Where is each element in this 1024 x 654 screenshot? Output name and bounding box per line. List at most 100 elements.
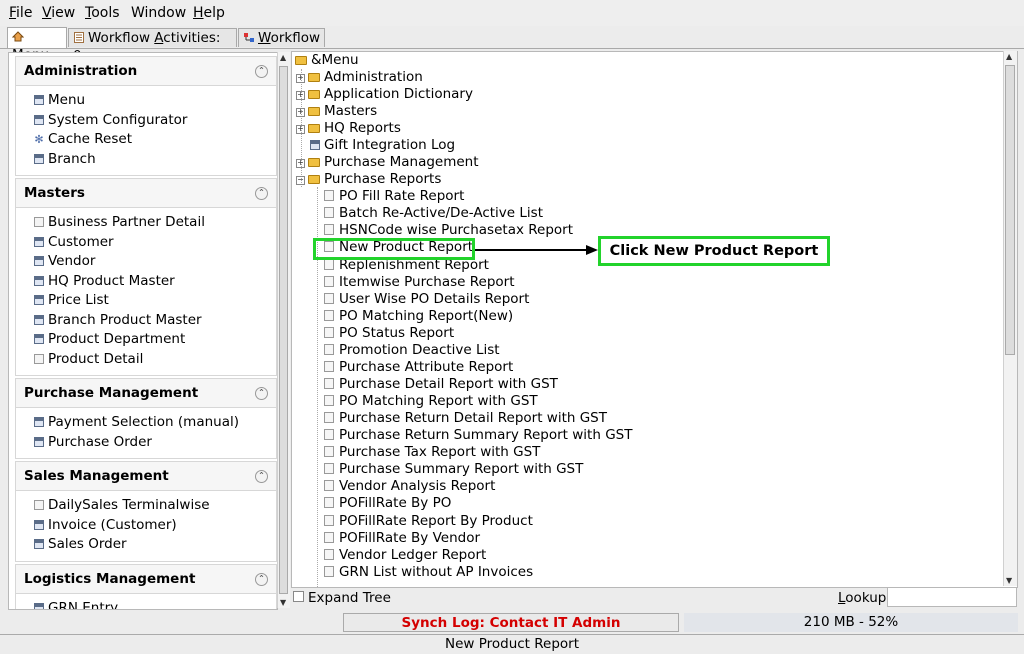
expand-icon[interactable]: + <box>296 159 305 168</box>
group-header[interactable]: Logistics Management ⌃ <box>16 565 276 594</box>
folder-icon <box>308 107 320 116</box>
tree-leaf[interactable]: User Wise PO Details Report <box>324 291 529 308</box>
tab-menu[interactable]: Menu <box>7 27 67 63</box>
scroll-down-icon[interactable]: ▼ <box>1006 576 1012 585</box>
folder-icon <box>308 158 320 167</box>
checkbox-icon[interactable] <box>293 591 304 602</box>
tree-root[interactable]: &Menu <box>295 52 359 69</box>
expand-icon[interactable]: + <box>296 125 305 134</box>
tree-leaf[interactable]: PO Status Report <box>324 325 454 342</box>
favorite-item[interactable]: Price List <box>16 291 276 311</box>
favorite-item-cache-reset[interactable]: ✻ Cache Reset <box>16 130 276 150</box>
favorite-item-menu[interactable]: Menu <box>16 91 276 111</box>
memory-indicator[interactable]: 210 MB - 52% <box>684 613 1018 632</box>
window-icon <box>34 519 44 530</box>
favorite-item[interactable]: HQ Product Master <box>16 272 276 292</box>
favorite-item[interactable]: Sales Order <box>16 535 276 555</box>
collapse-icon[interactable]: ⌃ <box>255 573 268 586</box>
favorite-item[interactable]: Business Partner Detail <box>16 213 276 233</box>
window-icon <box>34 314 44 325</box>
folder-open-icon <box>295 56 307 65</box>
group-header[interactable]: Sales Management ⌃ <box>16 462 276 491</box>
menu-tools[interactable]: Tools <box>85 5 120 21</box>
synch-log-button[interactable]: Synch Log: Contact IT Admin <box>343 613 679 632</box>
left-scrollbar[interactable]: ▲ ▼ <box>277 52 290 608</box>
tree-node-application-dictionary[interactable]: + Application Dictionary <box>296 86 473 103</box>
tree-leaf[interactable]: Itemwise Purchase Report <box>324 274 515 291</box>
favorite-item[interactable]: Product Detail <box>16 350 276 370</box>
menu-help[interactable]: Help <box>193 5 225 21</box>
expand-icon[interactable]: + <box>296 108 305 117</box>
tree-leaf[interactable]: PO Matching Report(New) <box>324 308 513 325</box>
tree-scrollbar[interactable]: ▲ ▼ <box>1003 51 1017 586</box>
favorite-item[interactable]: Payment Selection (manual) <box>16 413 276 433</box>
tree-leaf[interactable]: POFillRate By PO <box>324 495 451 512</box>
tree-leaf[interactable]: Promotion Deactive List <box>324 342 500 359</box>
tree-leaf[interactable]: Purchase Return Detail Report with GST <box>324 410 607 427</box>
group-header[interactable]: Purchase Management ⌃ <box>16 379 276 408</box>
collapse-icon[interactable]: ⌃ <box>255 387 268 400</box>
favorite-item[interactable]: GRN Entry <box>16 599 276 609</box>
menu-bar: File View Tools Window Help <box>0 0 1024 26</box>
scroll-thumb[interactable] <box>1005 65 1015 355</box>
report-icon <box>324 344 334 355</box>
collapse-icon[interactable]: ⌃ <box>255 65 268 78</box>
tab-workflow-activities[interactable]: Workflow Activities: 0 <box>68 28 237 64</box>
tree-leaf[interactable]: Purchase Return Summary Report with GST <box>324 427 632 444</box>
tab-workflow[interactable]: Workflow <box>238 28 325 47</box>
tree-leaf[interactable]: POFillRate Report By Product <box>324 513 533 530</box>
tree-leaf[interactable]: PO Matching Report with GST <box>324 393 538 410</box>
report-icon <box>324 429 334 440</box>
tree-leaf[interactable]: Purchase Summary Report with GST <box>324 461 583 478</box>
favorite-item[interactable]: Vendor <box>16 252 276 272</box>
tree-leaf[interactable]: HSNCode wise Purchasetax Report <box>324 222 573 239</box>
tree-node-masters[interactable]: + Masters <box>296 103 377 120</box>
tree-leaf[interactable]: Batch Re-Active/De-Active List <box>324 205 543 222</box>
tree-leaf[interactable]: POFillRate By Vendor <box>324 530 480 547</box>
collapse-icon[interactable]: ⌃ <box>255 187 268 200</box>
collapse-icon[interactable]: − <box>296 176 305 185</box>
arrow-icon <box>475 245 598 255</box>
report-icon <box>324 259 334 270</box>
expand-icon[interactable]: + <box>296 74 305 83</box>
tree-leaf[interactable]: Purchase Attribute Report <box>324 359 513 376</box>
tree-node-purchase-management[interactable]: + Purchase Management <box>296 154 479 171</box>
collapse-icon[interactable]: ⌃ <box>255 470 268 483</box>
tree-node-gift-integration-log[interactable]: Gift Integration Log <box>310 137 455 154</box>
favorite-item[interactable]: Purchase Order <box>16 433 276 453</box>
tree-node-hq-reports[interactable]: + HQ Reports <box>296 120 401 137</box>
menu-view[interactable]: View <box>42 5 75 21</box>
report-icon <box>324 395 334 406</box>
scroll-up-icon[interactable]: ▲ <box>1006 52 1012 61</box>
scroll-down-icon[interactable]: ▼ <box>280 598 286 607</box>
favorite-item[interactable]: Customer <box>16 233 276 253</box>
tree-leaf[interactable]: Purchase Tax Report with GST <box>324 444 540 461</box>
folder-icon <box>308 90 320 99</box>
group-header[interactable]: Masters ⌃ <box>16 179 276 208</box>
tree-node-administration[interactable]: + Administration <box>296 69 423 86</box>
report-icon <box>324 549 334 560</box>
tree-leaf[interactable]: Purchase Detail Report with GST <box>324 376 558 393</box>
tree-node-purchase-reports[interactable]: − Purchase Reports <box>296 171 441 188</box>
tree-leaf[interactable]: Vendor Ledger Report <box>324 547 486 564</box>
tree-leaf[interactable]: Vendor Analysis Report <box>324 478 495 495</box>
tree-leaf[interactable]: GRN List without AP Invoices <box>324 564 533 581</box>
lookup-input[interactable] <box>887 587 1017 607</box>
report-icon <box>324 497 334 508</box>
favorite-item[interactable]: Branch Product Master <box>16 311 276 331</box>
favorite-item[interactable]: Invoice (Customer) <box>16 516 276 536</box>
tree-leaf[interactable]: PO Fill Rate Report <box>324 188 464 205</box>
favorite-item-branch[interactable]: Branch <box>16 150 276 170</box>
expand-icon[interactable]: + <box>296 91 305 100</box>
menu-file[interactable]: File <box>9 5 32 21</box>
favorite-item[interactable]: DailySales Terminalwise <box>16 496 276 516</box>
expand-tree-checkbox[interactable]: Expand Tree <box>293 590 391 606</box>
report-icon <box>324 327 334 338</box>
favorite-item[interactable]: Product Department <box>16 330 276 350</box>
scroll-thumb[interactable] <box>279 66 288 594</box>
favorite-item-system-configurator[interactable]: System Configurator <box>16 111 276 131</box>
group-header[interactable]: Administration ⌃ <box>16 57 276 86</box>
lookup-label: Lookup <box>838 590 887 606</box>
scroll-up-icon[interactable]: ▲ <box>280 53 286 62</box>
menu-window[interactable]: Window <box>131 5 186 21</box>
